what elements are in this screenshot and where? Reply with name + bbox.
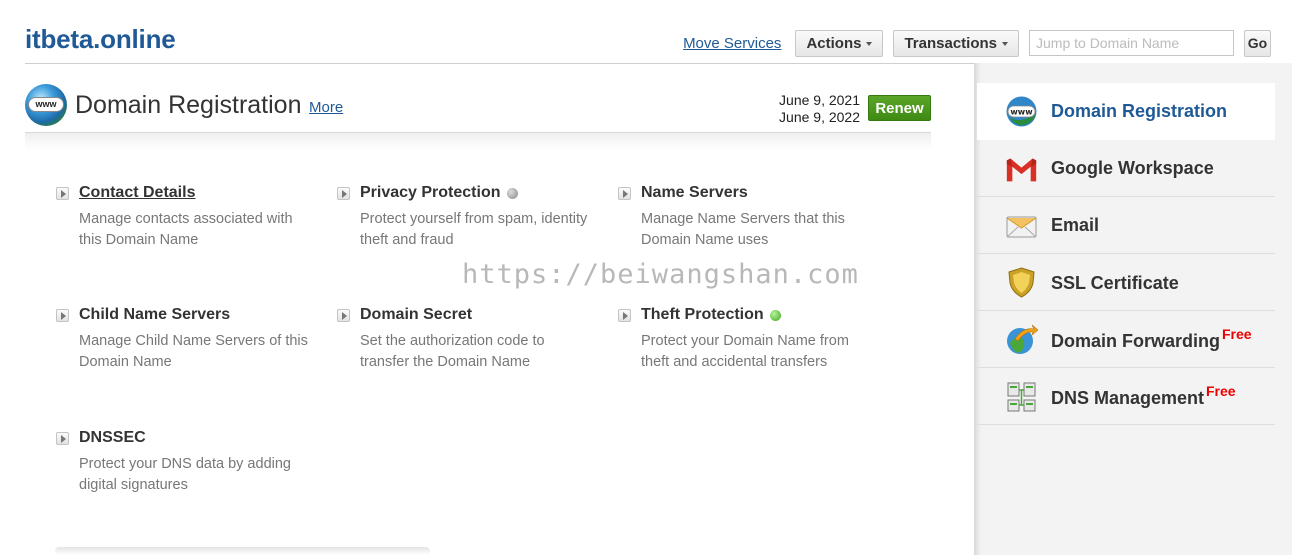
sidebar-item-label: Domain Forwarding xyxy=(1051,331,1221,351)
arrow-right-icon xyxy=(56,187,69,200)
www-globe-icon: www xyxy=(25,84,67,126)
green-status-dot-icon xyxy=(769,309,781,321)
renew-button[interactable]: Renew xyxy=(868,95,931,121)
watermark-text: https://beiwangshan.com xyxy=(462,259,859,290)
svg-text:www: www xyxy=(1010,108,1033,117)
option-title[interactable]: Name Servers xyxy=(641,184,748,202)
page-title: Domain Registration xyxy=(75,91,302,119)
option-description: Protect your DNS data by adding digital … xyxy=(79,456,291,493)
option-description: Manage contacts associated with this Dom… xyxy=(79,211,293,248)
free-badge: Free xyxy=(1206,383,1236,399)
transactions-dropdown[interactable]: Transactions xyxy=(893,29,1019,57)
transactions-label: Transactions xyxy=(904,34,997,52)
arrow-right-icon xyxy=(618,187,631,200)
www-globe-icon: www xyxy=(1006,96,1037,127)
option-description: Manage Child Name Servers of this Domain… xyxy=(79,333,308,370)
header-divider xyxy=(25,63,974,64)
grey-status-dot-icon xyxy=(506,187,518,199)
sidebar-item-label: Domain Registration xyxy=(1051,101,1228,121)
sidebar-item-domain-registration[interactable]: www Domain Registration xyxy=(977,83,1275,140)
date-start: June 9, 2021 xyxy=(779,92,860,108)
option-title[interactable]: DNSSEC xyxy=(79,429,146,447)
envelope-icon xyxy=(1006,216,1037,238)
gmail-icon xyxy=(1006,158,1037,182)
option-title[interactable]: Domain Secret xyxy=(360,306,472,324)
bottom-shadow xyxy=(55,547,430,555)
date-end: June 9, 2022 xyxy=(779,109,860,125)
sidebar-item-ssl-certificate[interactable]: SSL Certificate xyxy=(977,254,1275,311)
sidebar-item-label: Email xyxy=(1051,215,1100,235)
sidebar-item-label: Google Workspace xyxy=(1051,158,1214,178)
caret-down-icon xyxy=(1002,42,1008,46)
arrow-right-icon xyxy=(337,309,350,322)
actions-dropdown[interactable]: Actions xyxy=(795,29,884,57)
arrow-right-icon xyxy=(56,309,69,322)
sidebar-item-label: SSL Certificate xyxy=(1051,273,1179,293)
arrow-right-icon xyxy=(618,309,631,322)
sidebar-item-label: DNS Management xyxy=(1051,388,1205,408)
option-title[interactable]: Contact Details xyxy=(79,184,195,202)
move-services-link[interactable]: Move Services xyxy=(683,35,781,52)
sidebar-item-email[interactable]: Email xyxy=(977,197,1275,254)
more-link[interactable]: More xyxy=(309,99,343,116)
forwarding-globe-icon xyxy=(1007,324,1038,354)
sidebar-item-dns-management[interactable]: DNS Management Free xyxy=(977,368,1275,425)
title-divider xyxy=(25,132,931,150)
option-title[interactable]: Privacy Protection xyxy=(360,184,518,202)
option-description: Set the authorization code to transfer t… xyxy=(360,333,545,370)
sidebar-item-google-workspace[interactable]: Google Workspace xyxy=(977,140,1275,197)
free-badge: Free xyxy=(1222,326,1252,342)
option-description: Manage Name Servers that this Domain Nam… xyxy=(641,211,845,248)
option-title[interactable]: Child Name Servers xyxy=(79,306,230,324)
option-description: Protect yourself from spam, identity the… xyxy=(360,211,588,248)
arrow-right-icon xyxy=(337,187,350,200)
option-title[interactable]: Theft Protection xyxy=(641,306,781,324)
top-controls: Move Services Actions Transactions Go xyxy=(683,29,1271,57)
go-button[interactable]: Go xyxy=(1244,29,1271,57)
services-sidebar: www Domain Registration Google Workspace… xyxy=(974,63,1292,555)
arrow-right-icon xyxy=(56,432,69,445)
actions-label: Actions xyxy=(806,34,862,52)
shield-icon xyxy=(1008,267,1035,298)
sidebar-item-domain-forwarding[interactable]: Domain Forwarding Free xyxy=(977,311,1275,368)
caret-down-icon xyxy=(866,42,873,46)
dns-servers-icon xyxy=(1007,382,1036,412)
jump-to-domain-input[interactable] xyxy=(1029,30,1234,56)
registration-dates: June 9, 2021 June 9, 2022 xyxy=(779,92,860,126)
option-description: Protect your Domain Name from theft and … xyxy=(641,333,849,370)
site-title[interactable]: itbeta.online xyxy=(25,24,176,55)
